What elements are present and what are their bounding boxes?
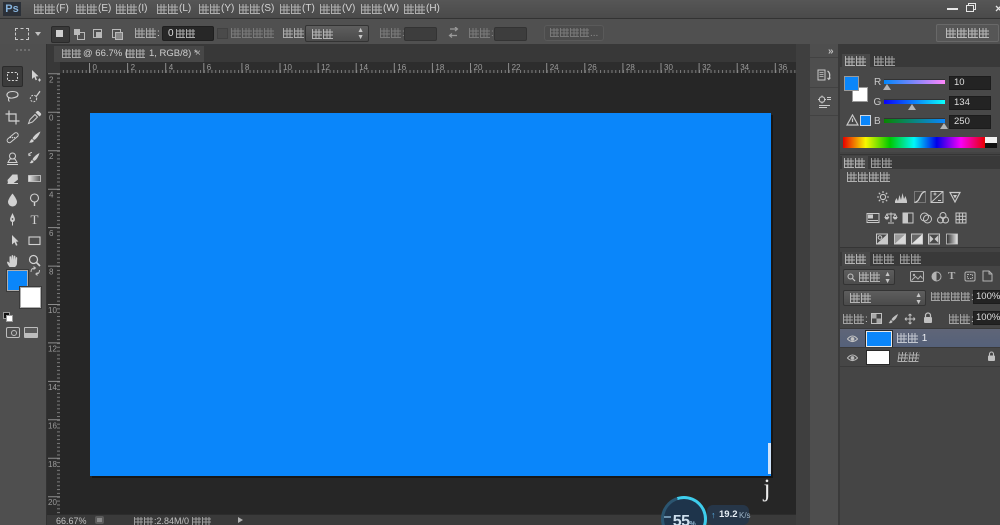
svg-text:18: 18 xyxy=(435,63,444,72)
svg-text:2: 2 xyxy=(49,152,54,161)
svg-text:4: 4 xyxy=(169,63,174,72)
svg-text:14: 14 xyxy=(48,383,57,392)
svg-text:0: 0 xyxy=(49,114,54,123)
svg-text:34: 34 xyxy=(740,63,749,72)
svg-text:16: 16 xyxy=(397,63,406,72)
svg-text:16: 16 xyxy=(48,421,57,430)
svg-text:22: 22 xyxy=(512,63,521,72)
svg-text:12: 12 xyxy=(48,344,57,353)
svg-text:20: 20 xyxy=(48,498,57,507)
svg-text:18: 18 xyxy=(48,460,57,469)
svg-text:30: 30 xyxy=(664,63,673,72)
svg-text:6: 6 xyxy=(49,229,54,238)
svg-text:24: 24 xyxy=(550,63,559,72)
svg-text:0: 0 xyxy=(93,63,98,72)
svg-text:36: 36 xyxy=(778,63,787,72)
svg-text:6: 6 xyxy=(207,63,212,72)
svg-text:2: 2 xyxy=(49,75,54,84)
svg-text:10: 10 xyxy=(48,306,57,315)
svg-text:26: 26 xyxy=(588,63,597,72)
svg-text:8: 8 xyxy=(245,63,250,72)
svg-text:28: 28 xyxy=(626,63,635,72)
svg-text:32: 32 xyxy=(702,63,711,72)
svg-text:12: 12 xyxy=(321,63,330,72)
svg-text:2: 2 xyxy=(131,63,136,72)
svg-text:T: T xyxy=(31,212,39,227)
svg-text:10: 10 xyxy=(283,63,292,72)
svg-text:14: 14 xyxy=(359,63,368,72)
svg-text:4: 4 xyxy=(49,191,54,200)
svg-text:8: 8 xyxy=(49,268,54,277)
svg-text:20: 20 xyxy=(474,63,483,72)
